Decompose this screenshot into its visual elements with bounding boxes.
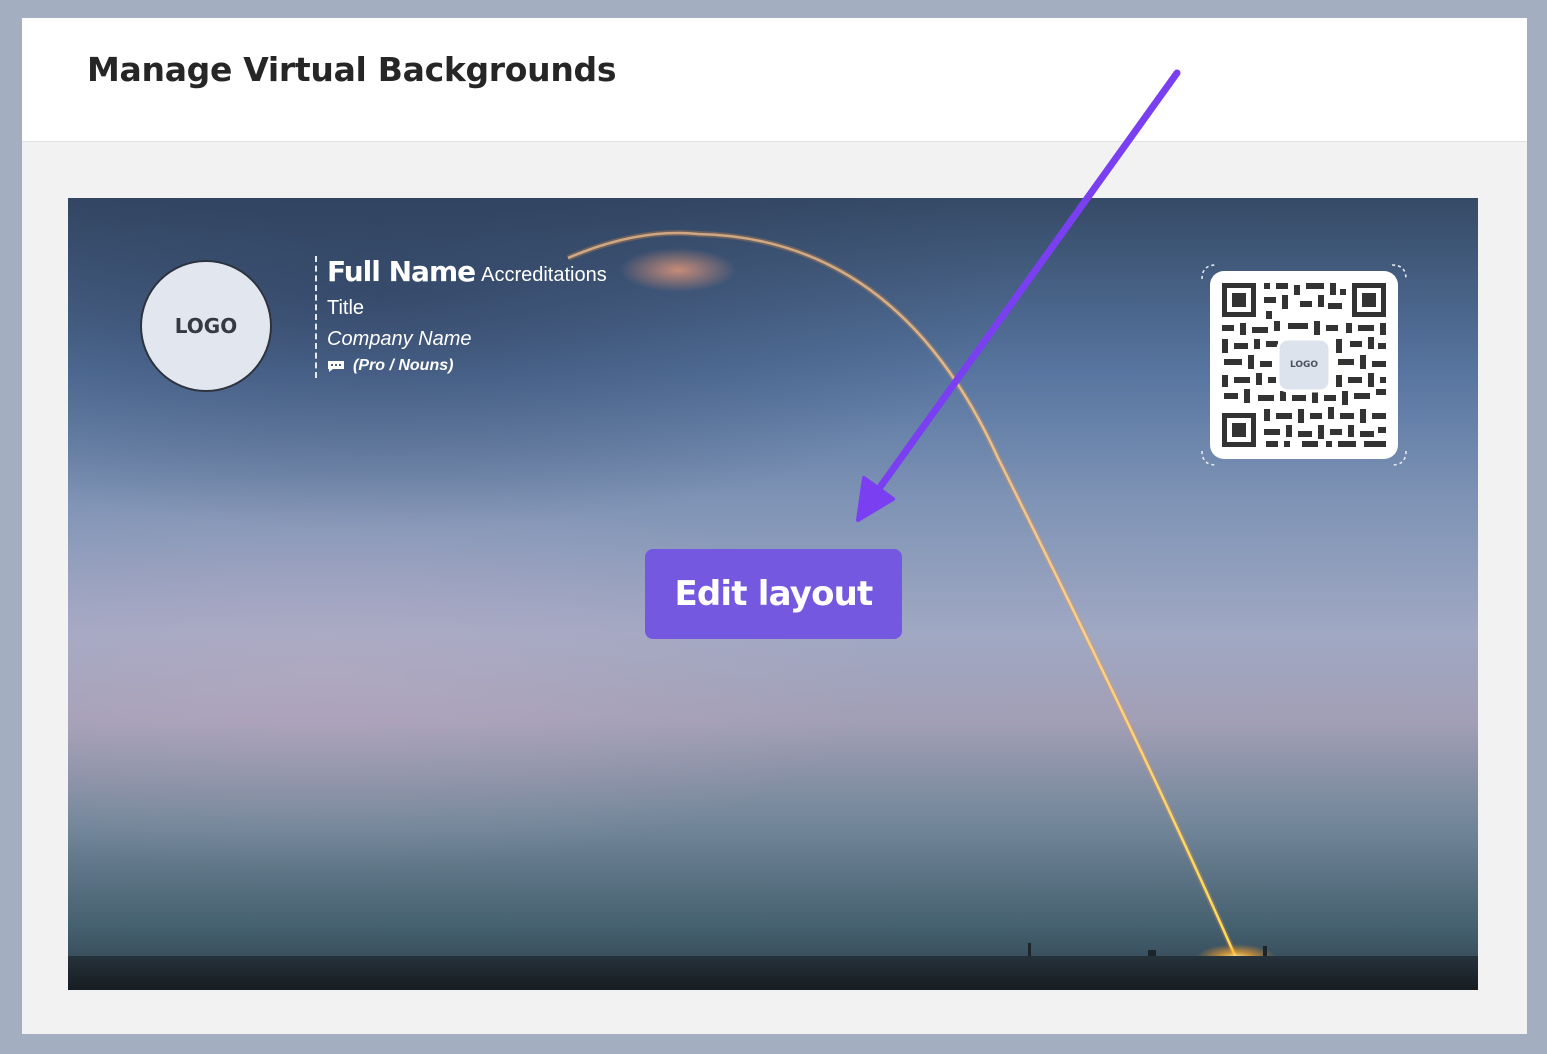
- qr-code-block: LOGO: [1200, 263, 1408, 467]
- company-name-text: Company Name: [327, 328, 472, 350]
- speech-bubble-icon: [327, 360, 345, 373]
- app-window: Manage Virtual Backgrounds LOGO Full Nam…: [22, 18, 1527, 1034]
- name-info-block: Full Name Accreditations Title Company Na…: [315, 256, 607, 378]
- edit-layout-button[interactable]: Edit layout: [645, 549, 902, 639]
- qr-code-card: LOGO: [1210, 271, 1398, 459]
- title-text: Title: [327, 297, 365, 319]
- full-name-text: Full Name: [327, 255, 476, 288]
- pronouns-text: (Pro / Nouns): [353, 357, 454, 374]
- pronouns-row: (Pro / Nouns): [327, 357, 607, 375]
- accreditations-text: Accreditations: [481, 264, 607, 286]
- name-row: Full Name Accreditations: [327, 256, 607, 293]
- horizon-ground: [68, 956, 1478, 990]
- page-title: Manage Virtual Backgrounds: [87, 50, 617, 89]
- logo-placeholder: LOGO: [140, 260, 272, 392]
- page-header: Manage Virtual Backgrounds: [22, 18, 1527, 142]
- qr-logo-label: LOGO: [1289, 360, 1319, 370]
- virtual-background-preview: LOGO Full Name Accreditations Title Compa…: [68, 198, 1478, 990]
